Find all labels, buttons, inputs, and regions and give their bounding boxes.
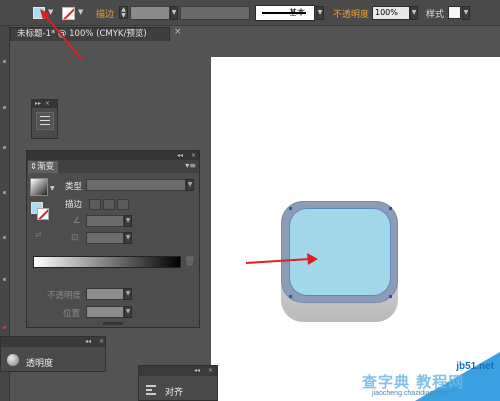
align-label[interactable]: 对齐 — [165, 385, 183, 398]
position-label: 位置 — [63, 309, 81, 319]
opacity-label[interactable]: 不透明度 — [333, 7, 369, 20]
panel-header[interactable]: ◂◂ × — [139, 366, 217, 376]
collapse-icon[interactable]: ◂◂ — [177, 151, 183, 160]
type-label: 类型 — [65, 182, 83, 192]
stop-opacity-dropdown[interactable]: ▼ — [124, 288, 132, 300]
stroke-label[interactable]: 描边 — [96, 7, 114, 20]
aspect-ratio-dropdown[interactable]: ▼ — [124, 232, 132, 244]
tool-grip-icon — [3, 146, 6, 149]
watermark-url: jiaocheng.chazidian.com — [372, 390, 449, 397]
trash-icon[interactable]: 🗑 — [184, 257, 195, 267]
transparency-icon[interactable] — [7, 354, 19, 366]
gradient-panel: ◂◂ × ⇕渐变 ▾≡ ▼ 类型 ▼ 描边 ∠ ▼ ⇄ ⊡ ▼ 🗑 不透明度 ▼… — [26, 150, 200, 328]
gradient-preset-dropdown-icon[interactable]: ▼ — [50, 185, 55, 192]
anchor-point[interactable] — [389, 207, 392, 210]
graphic-style-swatch[interactable] — [448, 6, 461, 19]
red-arrow-annotation — [245, 253, 318, 265]
brush-definition-box[interactable]: 基本 — [255, 5, 315, 21]
angle-icon: ∠ — [73, 216, 81, 226]
tool-grip-icon — [3, 326, 6, 329]
align-panel[interactable]: ◂◂ × 对齐 — [138, 365, 218, 401]
red-arrow-annotation — [40, 9, 83, 61]
brush-name: 基本 — [289, 8, 305, 17]
panel-header[interactable]: ◂◂ × — [1, 337, 105, 347]
menu-lines-icon[interactable] — [36, 112, 54, 130]
stroke-label: 描边 — [65, 200, 83, 210]
stroke-along-button[interactable] — [103, 199, 115, 210]
stroke-weight-field[interactable] — [130, 6, 170, 20]
tool-grip-icon — [3, 278, 6, 281]
panel-header[interactable]: ▸▸ × — [32, 100, 57, 108]
opacity-dropdown[interactable]: ▼ — [410, 6, 418, 20]
tool-grip-icon — [3, 191, 6, 194]
document-tab[interactable]: 未标题-1* @ 100% (CMYK/预览) — [10, 27, 170, 41]
tool-grip-icon — [3, 60, 6, 63]
resize-grip[interactable] — [103, 322, 123, 325]
anchor-point[interactable] — [289, 207, 292, 210]
brush-dropdown[interactable]: ▼ — [316, 6, 324, 20]
stroke-across-button[interactable] — [117, 199, 129, 210]
stop-position-field[interactable] — [86, 306, 124, 318]
anchor-point[interactable] — [389, 295, 392, 298]
stroke-weight-dropdown[interactable]: ▼ — [170, 6, 178, 20]
tool-grip-icon — [3, 236, 6, 239]
transparency-panel[interactable]: ◂◂ × 透明度 — [0, 336, 106, 372]
align-icon[interactable] — [146, 385, 156, 395]
swap-fill-stroke-icon[interactable]: ⇄ — [35, 230, 42, 239]
tab-gradient-label: 渐变 — [37, 162, 55, 172]
opacity-label: 不透明度 — [47, 291, 82, 301]
graphic-style-dropdown[interactable]: ▼ — [462, 6, 470, 20]
transparency-label[interactable]: 透明度 — [26, 356, 53, 369]
anchor-point[interactable] — [289, 295, 292, 298]
close-icon[interactable]: × — [208, 366, 213, 376]
tool-grip-icon — [3, 106, 6, 109]
stroke-weight-stepper[interactable]: ▲ ▼ — [119, 6, 128, 19]
gradient-slider[interactable] — [33, 256, 181, 268]
stop-position-dropdown[interactable]: ▼ — [124, 306, 132, 318]
stroke-swatch[interactable] — [37, 208, 49, 220]
watermark-title: 查字典 教程网 — [362, 373, 465, 391]
aspect-ratio-field[interactable] — [86, 232, 124, 244]
close-icon[interactable]: × — [99, 337, 104, 347]
variable-width-field[interactable] — [180, 6, 250, 20]
opacity-field[interactable]: 100% — [372, 6, 410, 20]
aspect-ratio-icon: ⊡ — [71, 233, 79, 243]
panel-header[interactable]: ◂◂ × — [27, 151, 199, 160]
collapse-icon[interactable]: ◂◂ — [194, 366, 200, 376]
close-icon[interactable]: × — [174, 27, 182, 37]
stroke-within-button[interactable] — [89, 199, 101, 210]
panel-menu-icon[interactable]: ▾≡ — [185, 161, 196, 170]
stop-opacity-field[interactable] — [86, 288, 124, 300]
angle-dropdown[interactable]: ▼ — [124, 215, 132, 227]
gradient-preview-swatch[interactable] — [30, 178, 48, 196]
angle-field[interactable] — [86, 215, 124, 227]
tab-gradient[interactable]: ⇕渐变 — [28, 161, 58, 173]
gradient-type-select[interactable] — [86, 179, 186, 191]
style-label: 样式 — [426, 10, 445, 20]
collapsed-panel[interactable]: ▸▸ × — [31, 99, 58, 139]
collapse-icon[interactable]: ◂◂ — [85, 337, 91, 347]
close-icon[interactable]: × — [191, 151, 196, 160]
gradient-type-dropdown[interactable]: ▼ — [186, 179, 194, 191]
